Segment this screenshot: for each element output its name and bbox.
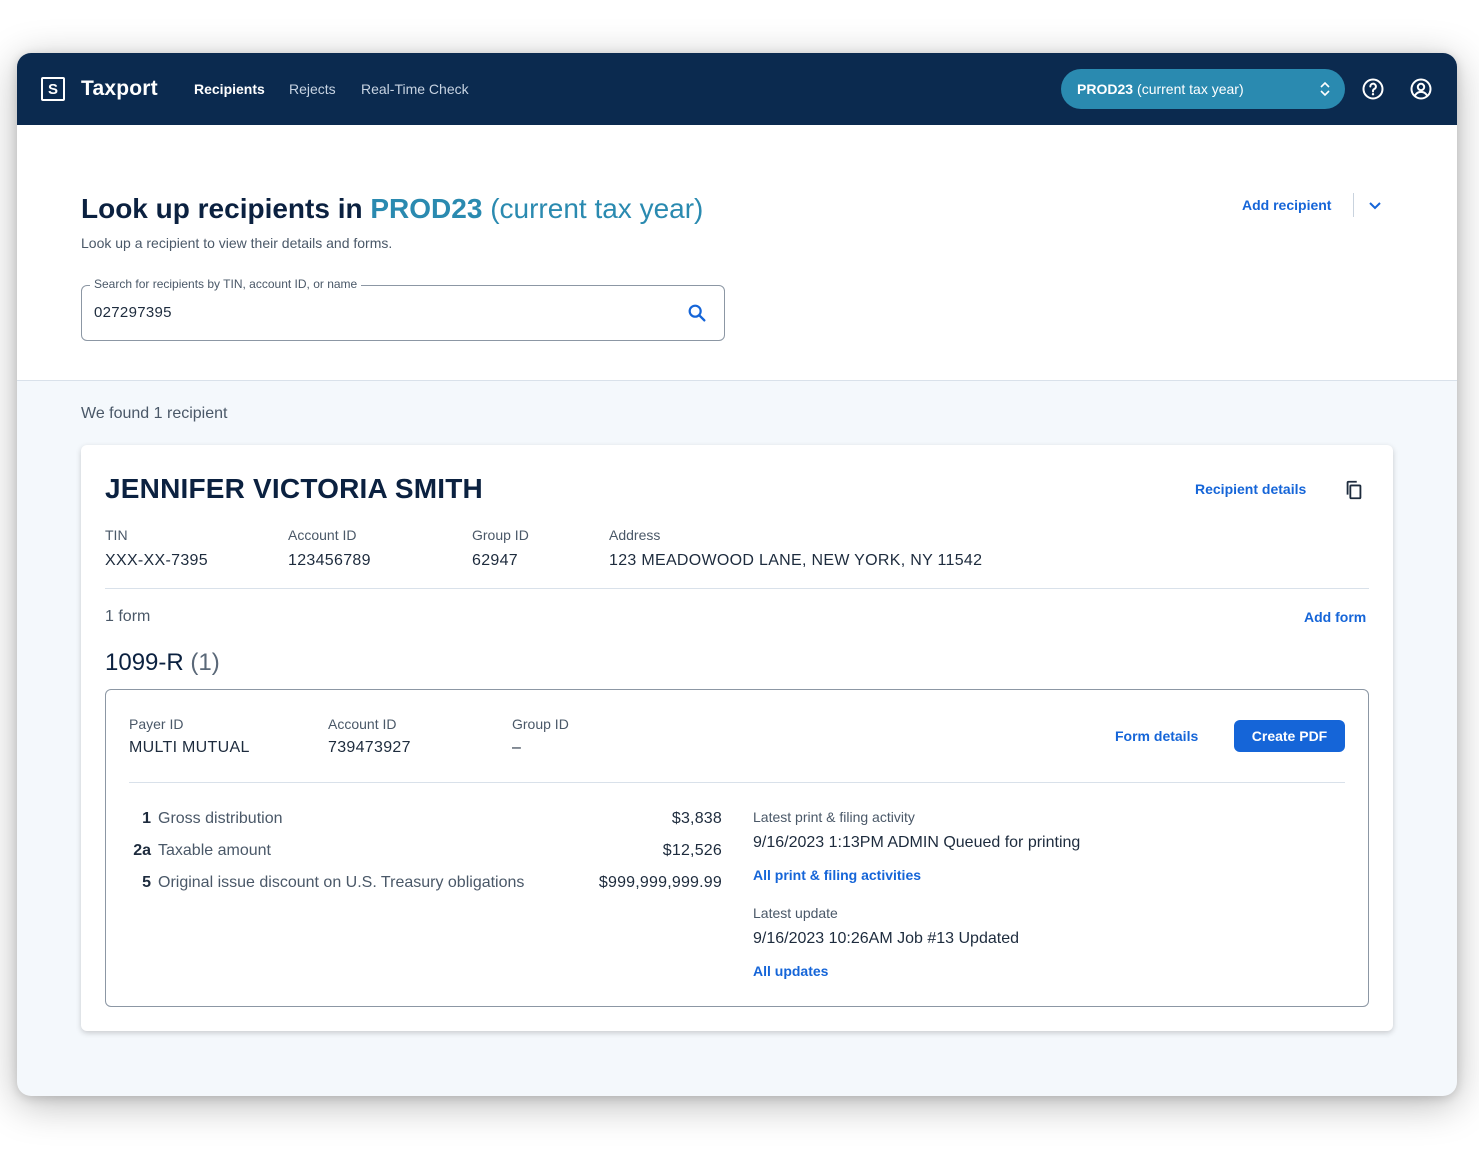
address-value: 123 MEADOWOOD LANE, NEW YORK, NY 11542	[609, 552, 983, 569]
add-recipient-button[interactable]: Add recipient	[1242, 197, 1331, 213]
box-label: Gross distribution	[158, 810, 283, 827]
nav-real-time-check[interactable]: Real-Time Check	[361, 81, 469, 97]
search-icon[interactable]	[686, 302, 708, 324]
all-updates-link[interactable]: All updates	[753, 963, 828, 979]
form-type-name: 1099-R	[105, 649, 184, 676]
form-account-id-label: Account ID	[328, 716, 397, 732]
latest-update-label: Latest update	[753, 905, 838, 921]
box-row: 2a Taxable amount $12,526	[130, 842, 722, 866]
box-amount: $999,999,999.99	[598, 874, 722, 891]
page-subtitle: Look up a recipient to view their detail…	[81, 235, 393, 251]
box-number: 2a	[133, 842, 151, 859]
form-details-link[interactable]: Form details	[1115, 728, 1198, 744]
box-row: 5 Original issue discount on U.S. Treasu…	[130, 874, 722, 898]
add-form-button[interactable]: Add form	[1304, 609, 1366, 625]
tax-year-select[interactable]: PROD23 (current tax year)	[1061, 69, 1345, 109]
account-id-label: Account ID	[288, 527, 357, 543]
latest-print-label: Latest print & filing activity	[753, 809, 915, 825]
recipient-name: JENNIFER VICTORIA SMITH	[105, 473, 483, 504]
box-label: Original issue discount on U.S. Treasury…	[158, 874, 525, 891]
box-amount: $3,838	[671, 810, 722, 827]
box-row: 1 Gross distribution $3,838	[130, 810, 722, 834]
app-window: S Taxport Recipients Rejects Real-Time C…	[17, 53, 1457, 1096]
logo-icon[interactable]: S	[41, 77, 65, 101]
recipient-card: JENNIFER VICTORIA SMITH Recipient detail…	[81, 445, 1393, 1031]
results-count: We found 1 recipient	[81, 405, 228, 422]
box-amount: $12,526	[662, 842, 722, 859]
box-number: 5	[142, 874, 151, 891]
form-group-id-value: –	[512, 739, 522, 756]
help-icon[interactable]	[1361, 77, 1385, 101]
group-id-value: 62947	[472, 552, 518, 569]
divider	[1353, 193, 1354, 217]
all-print-activities-link[interactable]: All print & filing activities	[753, 867, 921, 883]
search-input[interactable]: 027297395	[94, 304, 172, 321]
form-account-id-value: 739473927	[328, 739, 411, 756]
form-type-count: (1)	[190, 649, 220, 676]
payer-id-label: Payer ID	[129, 716, 184, 732]
create-pdf-button[interactable]: Create PDF	[1234, 720, 1345, 752]
chevron-down-icon[interactable]	[1365, 195, 1385, 215]
address-label: Address	[609, 527, 661, 543]
tin-value: XXX-XX-7395	[105, 552, 208, 569]
app-name[interactable]: Taxport	[81, 77, 158, 101]
recipient-details-link[interactable]: Recipient details	[1195, 481, 1306, 497]
page-title: Look up recipients in PROD23 (current ta…	[81, 193, 703, 225]
form-summary-box: Payer ID MULTI MUTUAL Account ID 7394739…	[105, 689, 1369, 1007]
box-number: 1	[142, 810, 151, 827]
up-down-chevron-icon	[1320, 81, 1330, 97]
account-icon[interactable]	[1409, 77, 1433, 101]
divider	[105, 588, 1369, 589]
box-label: Taxable amount	[158, 842, 271, 859]
group-id-label: Group ID	[472, 527, 529, 543]
form-group-id-label: Group ID	[512, 716, 569, 732]
latest-update-value: 9/16/2023 10:26AM Job #13 Updated	[753, 930, 1019, 947]
nav-rejects[interactable]: Rejects	[289, 81, 336, 97]
lookup-section: Look up recipients in PROD23 (current ta…	[17, 125, 1457, 381]
form-type-heading: 1099-R (1)	[105, 649, 220, 677]
latest-print-value: 9/16/2023 1:13PM ADMIN Queued for printi…	[753, 834, 1081, 851]
env-code: PROD23	[1077, 81, 1134, 97]
account-id-value: 123456789	[288, 552, 371, 569]
search-field[interactable]: Search for recipients by TIN, account ID…	[81, 277, 725, 341]
search-label: Search for recipients by TIN, account ID…	[90, 277, 362, 291]
tin-label: TIN	[105, 527, 128, 543]
env-label: (current tax year)	[1137, 81, 1244, 97]
title-prefix: Look up recipients in	[81, 193, 363, 224]
title-env-sub: (current tax year)	[490, 193, 704, 224]
payer-id-value: MULTI MUTUAL	[129, 739, 250, 756]
copy-icon[interactable]	[1343, 479, 1365, 501]
divider	[129, 782, 1345, 783]
top-nav-bar: S Taxport Recipients Rejects Real-Time C…	[17, 53, 1457, 125]
form-count: 1 form	[105, 608, 151, 625]
nav-recipients[interactable]: Recipients	[194, 81, 265, 97]
title-env: PROD23	[370, 193, 483, 224]
